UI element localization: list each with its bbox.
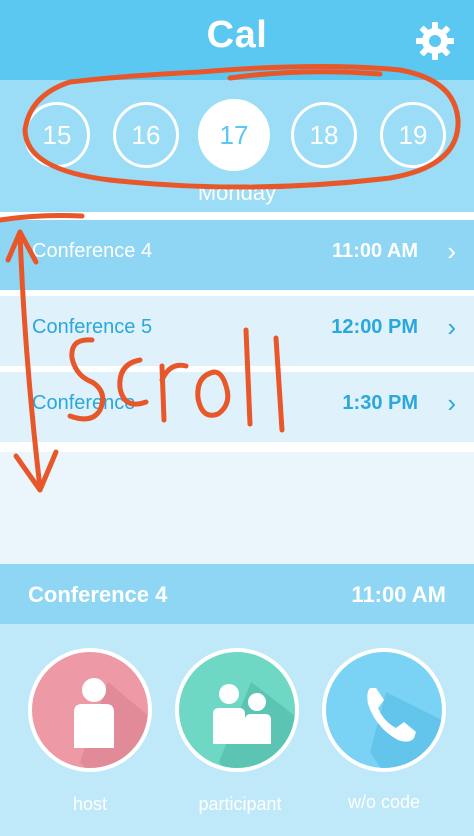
app-screen: Cal 15 16 17 18 19 Monday Conference 4 1… [0, 0, 474, 836]
without-code-button[interactable] [322, 648, 446, 772]
date-18[interactable]: 18 [291, 102, 357, 168]
chevron-right-icon: › [447, 236, 456, 266]
date-strip: 15 16 17 18 19 Monday [0, 80, 474, 212]
day-label: Monday [197, 180, 277, 205]
event-title: Conference 5 [32, 316, 153, 338]
event-title: Conference [32, 392, 136, 414]
current-event-bar[interactable]: Conference 4 11:00 AM [0, 564, 474, 624]
date-17-selected[interactable]: 17 [198, 99, 270, 171]
current-event-time: 11:00 AM [351, 582, 446, 607]
app-title: Cal [206, 14, 268, 56]
current-event-title: Conference 4 [28, 582, 168, 607]
chevron-right-icon: › [447, 388, 456, 418]
gear-icon[interactable] [414, 20, 456, 62]
app-header: Cal [0, 0, 474, 80]
event-time: 1:30 PM [342, 392, 418, 414]
host-label: host [72, 794, 108, 814]
date-15[interactable]: 15 [24, 102, 90, 168]
action-panel: host participant w/o code [0, 624, 474, 836]
event-row[interactable]: Conference 1:30 PM › [0, 372, 474, 442]
phone-icon [367, 688, 442, 768]
event-row[interactable]: Conference 4 11:00 AM › [0, 220, 474, 290]
list-empty-area [0, 452, 474, 564]
event-row[interactable]: Conference 5 12:00 PM › [0, 296, 474, 366]
chevron-right-icon: › [447, 312, 456, 342]
host-button[interactable] [28, 648, 152, 772]
participant-label: participant [198, 794, 282, 814]
date-16[interactable]: 16 [113, 102, 179, 168]
date-19[interactable]: 19 [380, 102, 446, 168]
event-title: Conference 4 [32, 240, 153, 262]
divider [0, 212, 474, 220]
person-icon [74, 678, 148, 768]
participant-button[interactable] [175, 648, 299, 772]
event-time: 11:00 AM [332, 240, 418, 262]
event-time: 12:00 PM [331, 316, 418, 338]
without-code-label: w/o code [347, 792, 421, 812]
group-icon [213, 682, 295, 768]
divider [0, 442, 474, 452]
